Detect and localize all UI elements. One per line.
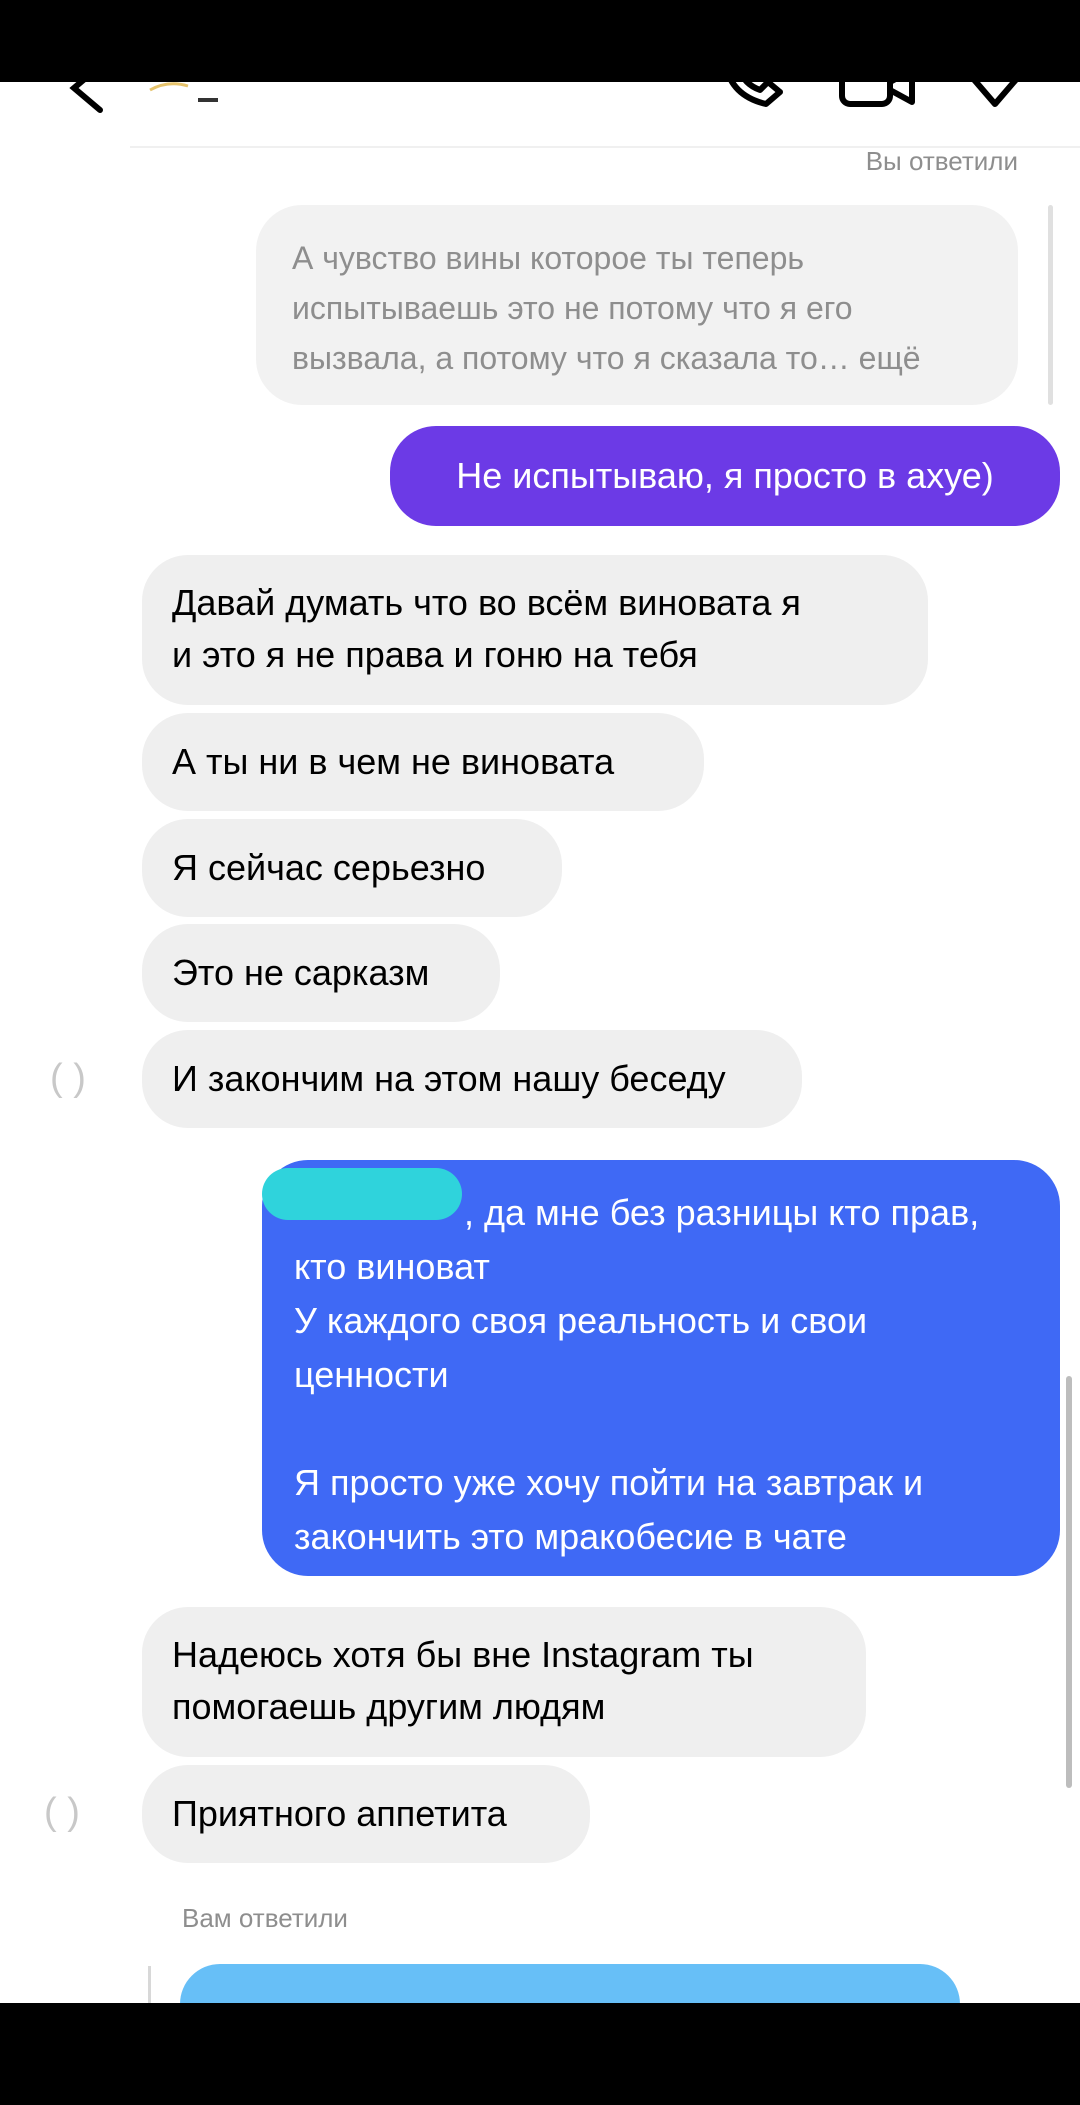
message-line: закончить это мракобесие в чате	[294, 1516, 847, 1557]
message-line	[294, 1402, 979, 1456]
message-text: Я сейчас серьезно	[172, 847, 486, 888]
you-replied-label: Вы ответили	[865, 146, 1018, 176]
message-text: Надеюсь хотя бы вне Instagram ты помогае…	[172, 1634, 754, 1727]
message-line: У каждого своя реальность и свои	[294, 1300, 868, 1341]
message-text: А ты ни в чем не виновата	[172, 741, 615, 782]
message-text: Приятного аппетита	[172, 1793, 507, 1834]
message-bubble-incoming[interactable]: Это не сарказм	[142, 924, 500, 1022]
reaction-mark: ( )	[50, 1057, 86, 1099]
replied-to-you-label: Вам ответили	[182, 1903, 348, 1933]
message-bubble-incoming[interactable]: Надеюсь хотя бы вне Instagram ты помогае…	[142, 1607, 866, 1757]
reply-indicator	[148, 1966, 151, 2006]
message-text: Не испытываю, я просто в ахуе)	[456, 455, 994, 496]
reaction-mark: ( )	[44, 1791, 80, 1833]
message-bubble-outgoing[interactable]: , да мне без разницы кто прав, кто винов…	[262, 1160, 1060, 1576]
quoted-message[interactable]: А чувство вины которое ты теперь испытыв…	[256, 205, 1018, 405]
message-bubble-incoming[interactable]: Давай думать что во всём виновата я и эт…	[142, 555, 928, 705]
status-bar	[0, 0, 1080, 82]
phone-icon[interactable]	[722, 60, 792, 110]
avatar[interactable]	[148, 80, 238, 108]
bottom-bar	[0, 2003, 1080, 2105]
info-icon[interactable]	[960, 64, 1030, 114]
message-bubble-incoming[interactable]: И закончим на этом нашу беседу	[142, 1030, 802, 1128]
message-bubble-incoming[interactable]: Приятного аппетита	[142, 1765, 590, 1863]
message-bubble-incoming[interactable]: Я сейчас серьезно	[142, 819, 562, 917]
message-line: кто виноват	[294, 1246, 490, 1287]
chevron-left-icon[interactable]	[62, 64, 112, 114]
message-bubble-outgoing[interactable]: Не испытываю, я просто в ахуе)	[390, 426, 1060, 526]
message-text: , да мне без разницы кто прав, кто винов…	[294, 1186, 979, 1564]
message-text: И закончим на этом нашу беседу	[172, 1058, 726, 1099]
message-text: Это не сарказм	[172, 952, 430, 993]
scrollbar[interactable]	[1066, 1376, 1072, 1788]
redaction-mark	[262, 1168, 462, 1220]
quoted-message-text: А чувство вины которое ты теперь испытыв…	[292, 240, 921, 376]
message-bubble-incoming[interactable]: А ты ни в чем не виновата	[142, 713, 704, 811]
quote-indicator	[1048, 205, 1053, 405]
message-text: Давай думать что во всём виновата я и эт…	[172, 582, 801, 675]
video-camera-icon[interactable]	[838, 64, 918, 110]
message-line: ценности	[294, 1354, 449, 1395]
message-line: Я просто уже хочу пойти на завтрак и	[294, 1462, 924, 1503]
